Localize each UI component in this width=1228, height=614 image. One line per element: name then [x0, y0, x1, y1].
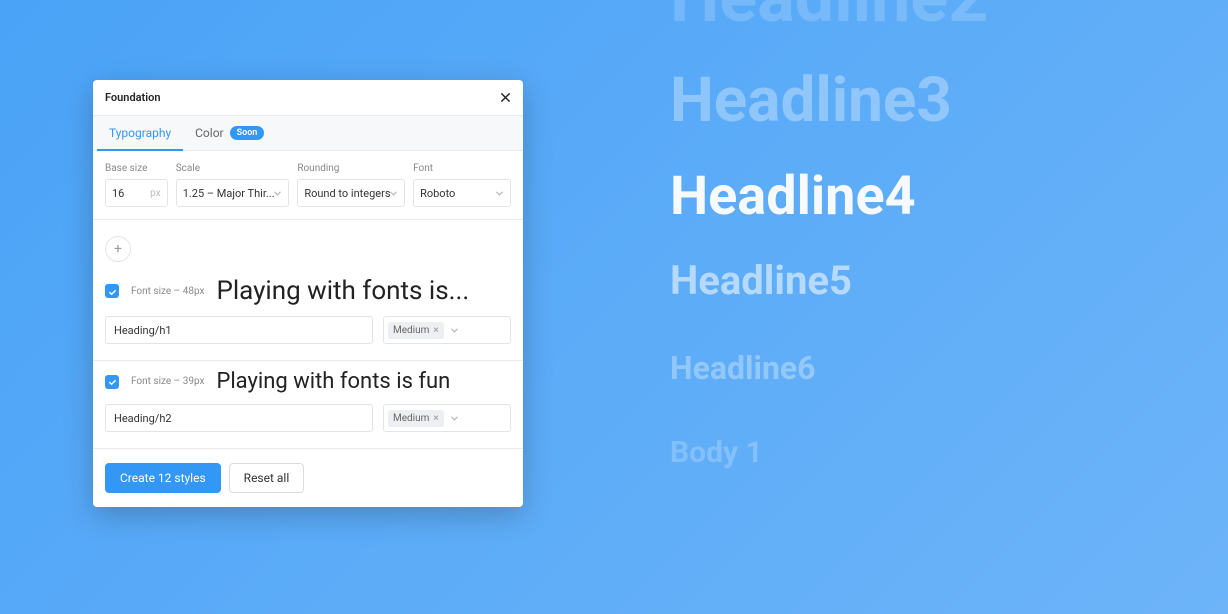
chevron-down-icon — [273, 189, 282, 198]
close-icon — [500, 88, 511, 107]
style-head: Font size – 48px Playing with fonts is..… — [105, 276, 511, 306]
chevron-down-icon — [495, 189, 504, 198]
weight-tag-label: Medium — [393, 325, 429, 336]
font-label: Font — [413, 163, 511, 174]
tab-typography-label: Typography — [109, 126, 171, 140]
tab-color-label: Color — [195, 126, 223, 140]
tabs: Typography Color Soon — [93, 116, 523, 151]
soon-badge: Soon — [230, 126, 265, 140]
create-styles-button[interactable]: Create 12 styles — [105, 463, 221, 493]
controls-row: Base size 16 px Scale 1.25 – Major Thir.… — [93, 151, 523, 220]
panel-footer: Create 12 styles Reset all — [93, 449, 523, 507]
remove-tag-button[interactable]: × — [433, 325, 438, 336]
background-type-samples: Headline2 Headline3 Headline4 Headline5 … — [670, 0, 988, 469]
style-size-label: Font size – 48px — [131, 286, 204, 297]
reset-all-button[interactable]: Reset all — [229, 463, 305, 493]
scale-select[interactable]: 1.25 – Major Thir... — [176, 179, 290, 207]
style-weight-select[interactable]: Medium × — [383, 316, 511, 344]
plus-icon: + — [114, 241, 122, 257]
font-value: Roboto — [420, 187, 504, 200]
weight-tag: Medium × — [388, 410, 444, 427]
base-size-label: Base size — [105, 163, 168, 174]
panel-title: Foundation — [105, 91, 160, 104]
panel-header: Foundation — [93, 80, 523, 116]
tab-color[interactable]: Color Soon — [183, 116, 276, 150]
remove-tag-button[interactable]: × — [433, 413, 438, 424]
base-size-input[interactable]: 16 px — [105, 179, 168, 207]
style-weight-select[interactable]: Medium × — [383, 404, 511, 432]
weight-tag-label: Medium — [393, 413, 429, 424]
check-icon — [108, 372, 117, 391]
style-head: Font size – 39px Playing with fonts is f… — [105, 369, 511, 394]
base-size-unit: px — [150, 188, 161, 199]
check-icon — [108, 282, 117, 301]
style-name-input[interactable]: Heading/h2 — [105, 404, 373, 432]
add-style-button[interactable]: + — [105, 236, 131, 262]
reset-all-label: Reset all — [244, 471, 290, 485]
chevron-down-icon — [450, 414, 459, 423]
sample-headline2: Headline2 — [670, 0, 988, 37]
style-enabled-checkbox[interactable] — [105, 375, 119, 389]
style-preview-text: Playing with fonts is... — [216, 276, 511, 306]
chevron-down-icon — [389, 189, 398, 198]
rounding-value: Round to integers — [304, 187, 398, 200]
style-name-value: Heading/h2 — [114, 412, 172, 425]
rounding-label: Rounding — [297, 163, 405, 174]
create-styles-label: Create 12 styles — [120, 471, 206, 485]
sample-headline4: Headline4 — [670, 167, 988, 226]
control-rounding: Rounding Round to integers — [297, 163, 405, 207]
style-enabled-checkbox[interactable] — [105, 284, 119, 298]
sample-headline3: Headline3 — [670, 67, 988, 135]
style-name-value: Heading/h1 — [114, 324, 172, 337]
tab-typography[interactable]: Typography — [97, 116, 183, 150]
style-block: Font size – 48px Playing with fonts is..… — [93, 268, 523, 361]
style-preview-text: Playing with fonts is fun — [216, 369, 511, 394]
scale-value: 1.25 – Major Thir... — [183, 187, 283, 200]
close-button[interactable] — [500, 88, 511, 107]
control-scale: Scale 1.25 – Major Thir... — [176, 163, 290, 207]
style-name-input[interactable]: Heading/h1 — [105, 316, 373, 344]
control-font: Font Roboto — [413, 163, 511, 207]
weight-tag: Medium × — [388, 322, 444, 339]
foundation-panel: Foundation Typography Color Soon Base si… — [93, 80, 523, 507]
rounding-select[interactable]: Round to integers — [297, 179, 405, 207]
sample-headline6: Headline6 — [670, 351, 988, 386]
sample-body1: Body 1 — [670, 436, 988, 469]
control-base-size: Base size 16 px — [105, 163, 168, 207]
chevron-down-icon — [450, 326, 459, 335]
font-select[interactable]: Roboto — [413, 179, 511, 207]
sample-headline5: Headline5 — [670, 259, 988, 303]
style-inputs: Heading/h2 Medium × — [105, 404, 511, 432]
add-style-row: + — [93, 220, 523, 268]
style-inputs: Heading/h1 Medium × — [105, 316, 511, 344]
style-block: Font size – 39px Playing with fonts is f… — [93, 361, 523, 449]
style-size-label: Font size – 39px — [131, 376, 204, 387]
scale-label: Scale — [176, 163, 290, 174]
